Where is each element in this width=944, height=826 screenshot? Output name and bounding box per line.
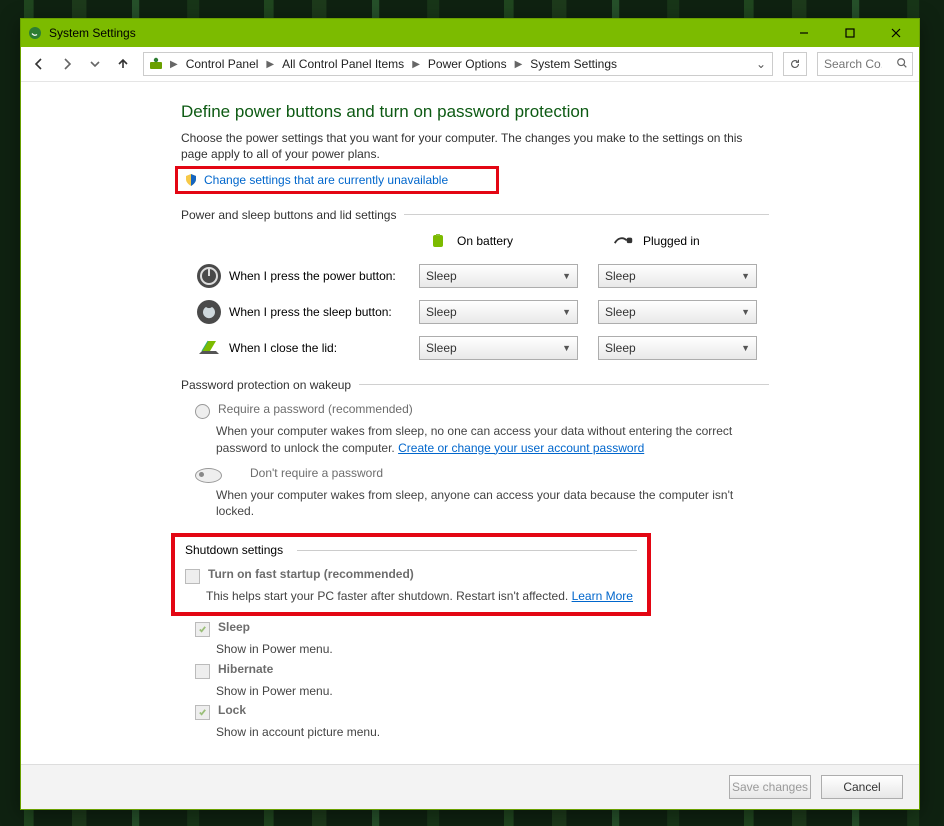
chevron-down-icon: ▼ [562, 343, 571, 353]
chevron-right-icon: ▶ [513, 59, 525, 70]
row-power-label: When I press the power button: [229, 269, 419, 283]
lock-checkbox [195, 705, 210, 720]
section-power-label: Power and sleep buttons and lid settings [181, 208, 396, 222]
sleep-battery-select[interactable]: Sleep▼ [419, 300, 578, 324]
lid-plugged-select[interactable]: Sleep▼ [598, 336, 757, 360]
hibernate-item-desc: Show in Power menu. [216, 683, 755, 699]
save-button: Save changes [729, 775, 811, 799]
change-settings-link[interactable]: Change settings that are currently unava… [204, 173, 448, 187]
breadcrumb-item[interactable]: Power Options [424, 57, 511, 71]
battery-icon [427, 234, 449, 248]
chevron-right-icon: ▶ [264, 59, 276, 70]
lid-battery-select[interactable]: Sleep▼ [419, 336, 578, 360]
breadcrumb-item[interactable]: Control Panel [182, 57, 263, 71]
dont-require-password-label: Don't require a password [250, 466, 383, 480]
require-password-label: Require a password (recommended) [218, 402, 413, 416]
dont-require-password-radio [195, 468, 222, 483]
col-plugged-label: Plugged in [643, 234, 700, 248]
window: System Settings ▶ Control Panel ▶ All Co… [20, 18, 920, 810]
power-plugged-select[interactable]: Sleep▼ [598, 264, 757, 288]
power-grid: On battery Plugged in When I press the p… [195, 234, 919, 362]
maximize-button[interactable] [827, 19, 873, 47]
back-button[interactable] [27, 52, 51, 76]
page-description: Choose the power settings that you want … [181, 130, 751, 162]
create-password-link[interactable]: Create or change your user account passw… [398, 441, 644, 455]
page-title: Define power buttons and turn on passwor… [181, 102, 919, 122]
sleep-plugged-select[interactable]: Sleep▼ [598, 300, 757, 324]
hibernate-checkbox [195, 664, 210, 679]
divider [404, 214, 769, 215]
lock-item-label: Lock [218, 703, 246, 717]
learn-more-link[interactable]: Learn More [572, 589, 633, 603]
col-battery-label: On battery [457, 234, 513, 248]
lid-icon [195, 334, 223, 362]
sleep-item-desc: Show in Power menu. [216, 641, 755, 657]
lock-item-desc: Show in account picture menu. [216, 724, 755, 740]
shield-icon [184, 173, 198, 187]
require-password-desc: When your computer wakes from sleep, no … [216, 423, 755, 455]
footer: Save changes Cancel [21, 764, 919, 809]
sleep-checkbox [195, 622, 210, 637]
search-icon [896, 57, 908, 72]
divider [359, 384, 769, 385]
fast-startup-checkbox [185, 569, 200, 584]
minimize-button[interactable] [781, 19, 827, 47]
section-shutdown-label: Shutdown settings [185, 543, 283, 557]
search-box[interactable] [817, 52, 913, 76]
breadcrumb-current: System Settings [526, 57, 621, 71]
plug-icon [613, 234, 635, 248]
chevron-down-icon: ▼ [562, 307, 571, 317]
highlight-shutdown-settings: Shutdown settings Turn on fast startup (… [171, 533, 651, 616]
breadcrumb[interactable]: ▶ Control Panel ▶ All Control Panel Item… [143, 52, 773, 76]
hibernate-item-label: Hibernate [218, 662, 273, 676]
close-button[interactable] [873, 19, 919, 47]
breadcrumb-item[interactable]: All Control Panel Items [278, 57, 408, 71]
row-sleep-label: When I press the sleep button: [229, 305, 419, 319]
sleep-item-label: Sleep [218, 620, 250, 634]
divider [297, 550, 637, 551]
fast-startup-label: Turn on fast startup (recommended) [208, 567, 414, 581]
chevron-down-icon: ▼ [741, 307, 750, 317]
power-button-icon [195, 262, 223, 290]
search-input[interactable] [822, 56, 884, 72]
dont-require-password-desc: When your computer wakes from sleep, any… [216, 487, 755, 519]
chevron-down-icon: ▼ [741, 343, 750, 353]
app-icon [27, 25, 43, 41]
breadcrumb-dropdown[interactable]: ⌄ [754, 57, 768, 71]
sleep-button-icon [195, 298, 223, 326]
refresh-button[interactable] [783, 52, 807, 76]
cancel-button[interactable]: Cancel [821, 775, 903, 799]
location-icon [148, 56, 164, 72]
chevron-right-icon: ▶ [168, 59, 180, 70]
up-button[interactable] [111, 52, 135, 76]
history-dropdown[interactable] [83, 52, 107, 76]
chevron-right-icon: ▶ [410, 59, 422, 70]
content: Define power buttons and turn on passwor… [21, 82, 919, 764]
titlebar: System Settings [21, 19, 919, 47]
fast-startup-desc: This helps start your PC faster after sh… [206, 588, 637, 604]
window-title: System Settings [49, 26, 136, 40]
forward-button [55, 52, 79, 76]
chevron-down-icon: ▼ [562, 271, 571, 281]
section-password-label: Password protection on wakeup [181, 378, 351, 392]
highlight-change-settings: Change settings that are currently unava… [175, 166, 499, 194]
chevron-down-icon: ▼ [741, 271, 750, 281]
require-password-radio [195, 404, 210, 419]
row-lid-label: When I close the lid: [229, 341, 419, 355]
navbar: ▶ Control Panel ▶ All Control Panel Item… [21, 47, 919, 82]
power-battery-select[interactable]: Sleep▼ [419, 264, 578, 288]
